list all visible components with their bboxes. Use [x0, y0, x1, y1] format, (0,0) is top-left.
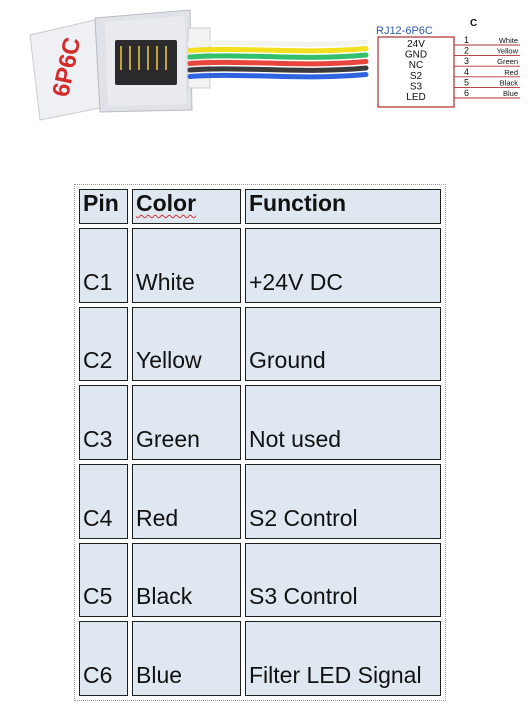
wire	[187, 65, 369, 73]
schematic-header: C	[470, 18, 477, 29]
wire	[187, 59, 369, 67]
pin-color-label: Blue	[503, 89, 518, 98]
table-header-row: Pin Color Function	[79, 189, 441, 224]
pin-number: 1	[464, 35, 469, 45]
cell-function: Not used	[245, 385, 441, 460]
pin-color-label: Green	[497, 57, 518, 66]
header-color-cell: Color	[132, 189, 241, 224]
cell-function: S3 Control	[245, 542, 441, 618]
pin-color-label: White	[499, 36, 518, 45]
header-pin: Pin	[79, 189, 128, 224]
pin-number: 2	[464, 46, 469, 56]
wire	[187, 52, 369, 60]
cell-pin: C4	[79, 463, 128, 539]
table-row: C3 Green Not used	[79, 385, 441, 460]
cell-pin: C3	[79, 385, 128, 460]
table-row: C1 White +24V DC	[79, 228, 441, 303]
pin-color-label: Yellow	[497, 47, 519, 56]
signal-label: NC	[409, 60, 423, 71]
pinout-table-container: Pin Color Function C1 White +24V DC C2 Y…	[74, 184, 446, 701]
signal-label: LED	[406, 92, 425, 103]
cell-function: Filter LED Signal	[245, 621, 441, 696]
cell-pin: C2	[79, 306, 128, 382]
header-function: Function	[245, 189, 441, 224]
table-row: C2 Yellow Ground	[79, 306, 441, 382]
table-row: C6 Blue Filter LED Signal	[79, 621, 441, 696]
signal-label: GND	[405, 50, 427, 61]
pin-color-label: Black	[500, 78, 519, 87]
pin-color-label: Red	[504, 68, 518, 77]
wire	[187, 46, 369, 54]
schematic-title: RJ12-6P6C	[376, 25, 433, 37]
table-row: C5 Black S3 Control	[79, 542, 441, 618]
cell-color: Red	[132, 463, 241, 539]
wire	[187, 72, 369, 80]
cell-color: Black	[132, 542, 241, 618]
signal-label: 24V	[407, 39, 425, 50]
cell-color: Blue	[132, 621, 241, 696]
wires	[187, 39, 369, 80]
connector-figure: 6P6C RJ12-6P6C C 24VGNDNCS2S3LED 1 White 2…	[29, 9, 520, 121]
cell-pin: C5	[79, 542, 128, 618]
cell-color: White	[132, 228, 241, 303]
signal-label: S3	[410, 81, 423, 92]
pin-number: 5	[464, 77, 469, 87]
pin-number: 4	[464, 67, 469, 77]
cell-color: Green	[132, 385, 241, 460]
wire	[187, 39, 369, 47]
pin-number: 6	[464, 88, 469, 98]
connector-photo: 6P6C	[29, 9, 211, 121]
cell-function: Ground	[245, 306, 441, 382]
header-color: Color	[136, 190, 197, 216]
pin-number: 3	[464, 56, 469, 66]
signal-label: S2	[410, 71, 423, 82]
pinout-table: Pin Color Function C1 White +24V DC C2 Y…	[75, 185, 445, 700]
cell-pin: C1	[79, 228, 128, 303]
cell-function: +24V DC	[245, 228, 441, 303]
table-row: C4 Red S2 Control	[79, 463, 441, 539]
cell-pin: C6	[79, 621, 128, 696]
cell-function: S2 Control	[245, 463, 441, 539]
pinout-schematic: RJ12-6P6C C 24VGNDNCS2S3LED 1 White 2 Yello…	[376, 18, 520, 108]
cell-color: Yellow	[132, 306, 241, 382]
